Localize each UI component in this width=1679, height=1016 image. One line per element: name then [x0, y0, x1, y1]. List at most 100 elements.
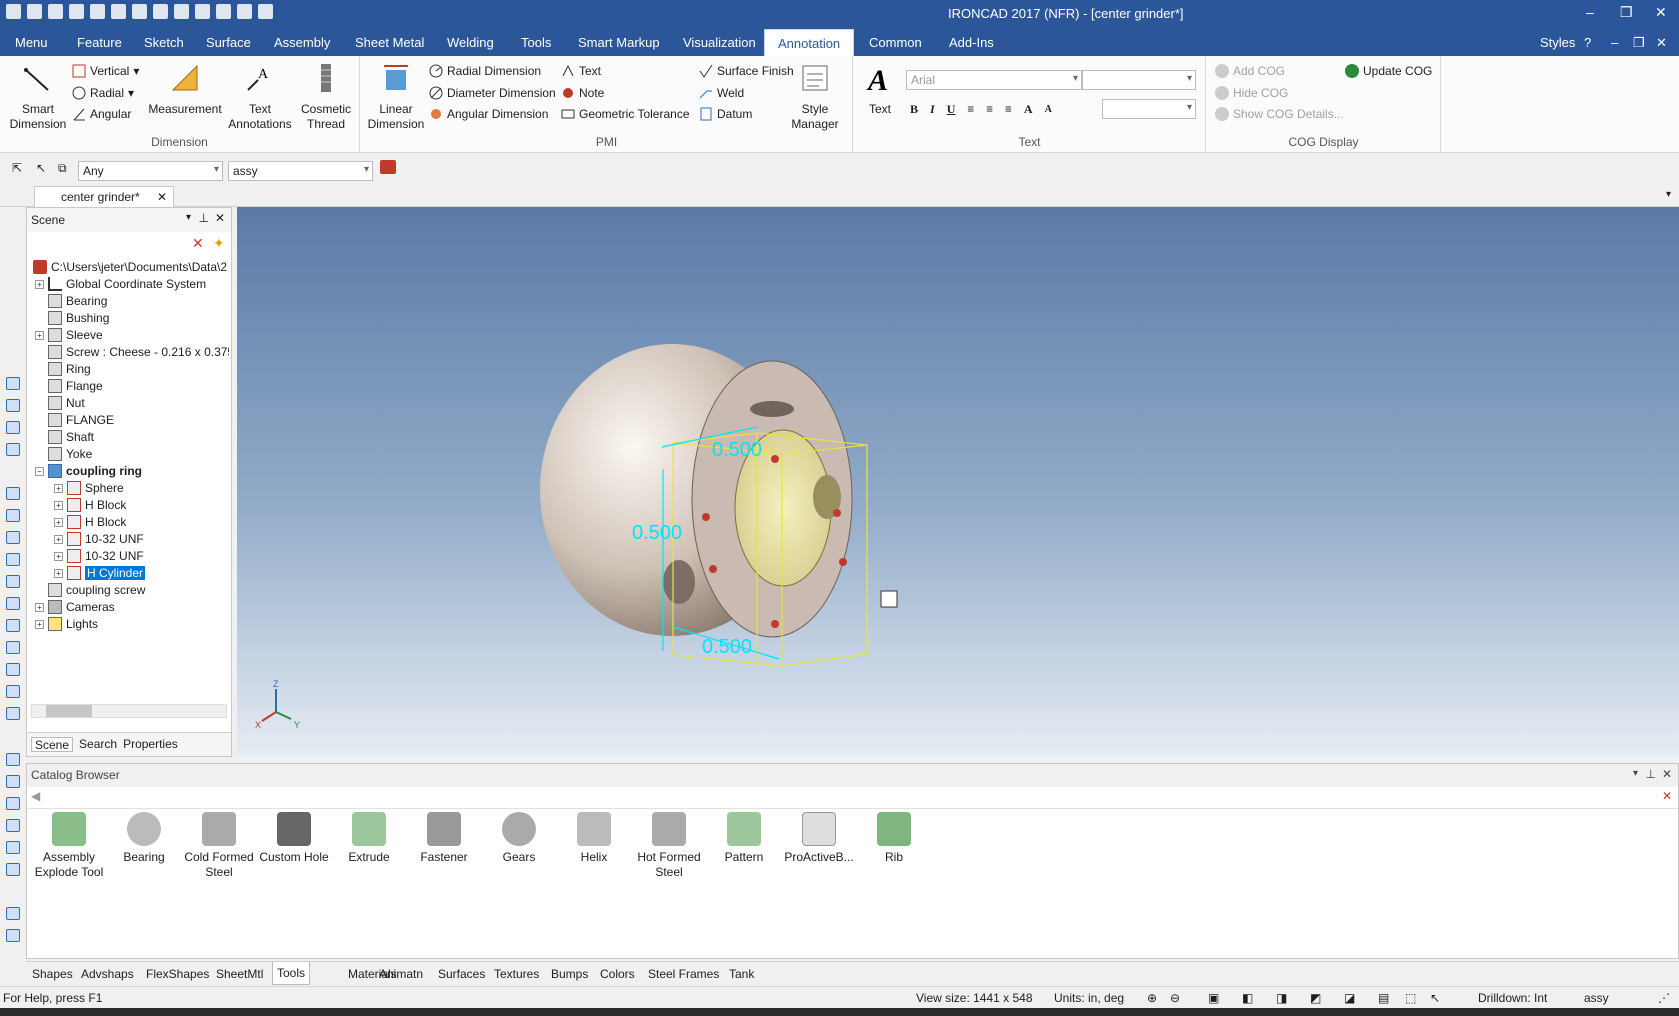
pointer-icon[interactable]: ↖	[36, 161, 46, 175]
collapse-icon[interactable]: −	[35, 466, 44, 476]
tab-visualization[interactable]: Visualization	[683, 35, 756, 50]
tree-item[interactable]: coupling screw	[48, 581, 145, 599]
catalog-item[interactable]: Gears	[481, 812, 557, 865]
catalog-menu-icon[interactable]: ▾	[1633, 768, 1638, 779]
expand-icon[interactable]: +	[35, 330, 44, 340]
redo-icon[interactable]	[216, 4, 231, 19]
view-tool-icon[interactable]	[6, 531, 20, 544]
clear-filter-icon[interactable]: ✕	[192, 235, 204, 252]
select-part-icon[interactable]: ⇱	[12, 161, 22, 175]
angular-button[interactable]: Angular	[72, 107, 131, 121]
catalog-item[interactable]: Fastener	[406, 812, 482, 865]
app-icon[interactable]	[6, 4, 21, 19]
view-tool-icon[interactable]	[6, 775, 20, 788]
display-icon[interactable]: ◨	[1276, 991, 1287, 1005]
catalog-tab-bumps[interactable]: Bumps	[551, 967, 588, 981]
select-mode-icon[interactable]: ⬚	[1405, 991, 1416, 1005]
hide-cog-button[interactable]: Hide COG	[1215, 86, 1288, 100]
angular-dimension-button[interactable]: Angular Dimension	[429, 107, 548, 121]
catalog-item[interactable]: Bearing	[106, 812, 182, 865]
catalog-item[interactable]: Cold Formed Steel	[181, 812, 257, 880]
close-panel-icon[interactable]: ✕	[215, 211, 225, 225]
update-cog-button[interactable]: Update COG	[1345, 64, 1432, 78]
view-tool-icon[interactable]	[6, 863, 20, 876]
pin-icon[interactable]: ⊥	[1646, 767, 1656, 781]
tab-sheet-metal[interactable]: Sheet Metal	[355, 35, 424, 50]
filter-options-icon[interactable]: ✦	[213, 235, 225, 252]
font-size-select[interactable]	[1082, 70, 1196, 90]
close-doc-icon[interactable]	[48, 4, 63, 19]
catalog-tab-tank[interactable]: Tank	[729, 967, 754, 981]
hierarchy-icon[interactable]	[380, 160, 396, 174]
catalog-item[interactable]: Assembly Explode Tool	[31, 812, 107, 880]
catalog-item[interactable]: Pattern	[706, 812, 782, 865]
view-tool-icon[interactable]	[6, 685, 20, 698]
view-tool-icon[interactable]	[6, 597, 20, 610]
help-icon[interactable]: ?	[1584, 35, 1591, 50]
triball-handle-icon[interactable]	[880, 590, 898, 608]
text-annotations-button[interactable]: A Text Annotations	[226, 62, 294, 132]
tree-item[interactable]: Nut	[48, 394, 85, 412]
tree-item[interactable]: + H Block	[54, 496, 126, 514]
anchor-handle[interactable]	[709, 565, 717, 573]
tree-item[interactable]: Shaft	[48, 428, 94, 446]
view-tool-icon[interactable]	[6, 907, 20, 920]
expand-icon[interactable]: +	[54, 551, 63, 561]
catalog-tab-advshaps[interactable]: Advshaps	[81, 967, 134, 981]
tree-item[interactable]: Flange	[48, 377, 103, 395]
view-tool-icon[interactable]	[6, 819, 20, 832]
tree-root[interactable]: C:\Users\jeter\Documents\Data\2	[33, 258, 227, 276]
vertical-button[interactable]: Vertical ▾	[72, 64, 139, 78]
dimension-label[interactable]: 0.500	[712, 439, 762, 461]
catalog-tab-sheetmtl[interactable]: SheetMtl	[216, 967, 263, 981]
tab-feature[interactable]: Feature	[77, 35, 122, 50]
expand-icon[interactable]: +	[54, 568, 63, 578]
document-tab[interactable]: center grinder* ✕	[34, 186, 174, 207]
selection-filter-select[interactable]: Any	[78, 161, 223, 181]
view-tool-icon[interactable]	[6, 841, 20, 854]
undo-icon[interactable]	[195, 4, 210, 19]
underline-icon[interactable]: U	[947, 102, 956, 117]
text-color-select[interactable]	[1102, 99, 1196, 119]
tree-item[interactable]: +10-32 UNF	[54, 530, 144, 548]
shading-icon[interactable]: ◩	[1310, 991, 1321, 1005]
align-left-icon[interactable]: ≡	[967, 102, 974, 117]
catalog-tab-textures[interactable]: Textures	[494, 967, 539, 981]
radial-dimension-button[interactable]: Radial Dimension	[429, 64, 541, 78]
restore-icon[interactable]: ❐	[1620, 4, 1633, 21]
selection-level-select[interactable]: assy	[228, 161, 373, 181]
3d-viewport[interactable]: 0.500 0.500 0.500 Z X Y	[237, 207, 1679, 755]
grow-font-icon[interactable]: A	[1024, 102, 1033, 117]
add-cog-button[interactable]: Add COG	[1215, 64, 1285, 78]
view-tool-icon[interactable]	[6, 553, 20, 566]
catalog-item[interactable]: Hot Formed Steel	[631, 812, 707, 880]
ribbon-restore-icon[interactable]: ❐	[1633, 35, 1645, 51]
anchor-handle[interactable]	[771, 620, 779, 628]
expand-icon[interactable]: +	[54, 517, 63, 527]
print-icon[interactable]	[132, 4, 147, 19]
linear-dimension-button[interactable]: Linear Dimension	[365, 62, 427, 132]
tab-menu[interactable]: Menu	[15, 35, 48, 50]
view-tool-icon[interactable]	[6, 929, 20, 942]
close-icon[interactable]: ✕	[1655, 4, 1667, 21]
back-icon[interactable]: ◀	[31, 789, 40, 803]
tree-item[interactable]: + Cameras	[35, 598, 115, 616]
radial-button[interactable]: Radial ▾	[72, 86, 134, 100]
expand-icon[interactable]: +	[54, 534, 63, 544]
catalog-item[interactable]: ProActiveB...	[781, 812, 857, 865]
tree-item[interactable]: + H Block	[54, 513, 126, 531]
light-icon[interactable]	[237, 4, 252, 19]
tab-surface[interactable]: Surface	[206, 35, 251, 50]
help-icon[interactable]	[258, 4, 273, 19]
tab-assembly[interactable]: Assembly	[274, 35, 330, 50]
expand-icon[interactable]: +	[35, 619, 44, 629]
cosmetic-thread-button[interactable]: Cosmetic Thread	[296, 62, 356, 132]
tab-welding[interactable]: Welding	[447, 35, 494, 50]
view-tool-icon[interactable]	[6, 641, 20, 654]
tree-item[interactable]: + Global Coordinate System	[35, 275, 206, 293]
pin-icon[interactable]: ⊥	[199, 211, 209, 225]
expand-icon[interactable]: +	[54, 483, 63, 493]
view-icon[interactable]: ▣	[1208, 991, 1219, 1005]
view-tool-icon[interactable]	[6, 443, 20, 456]
copy-icon[interactable]	[153, 4, 168, 19]
